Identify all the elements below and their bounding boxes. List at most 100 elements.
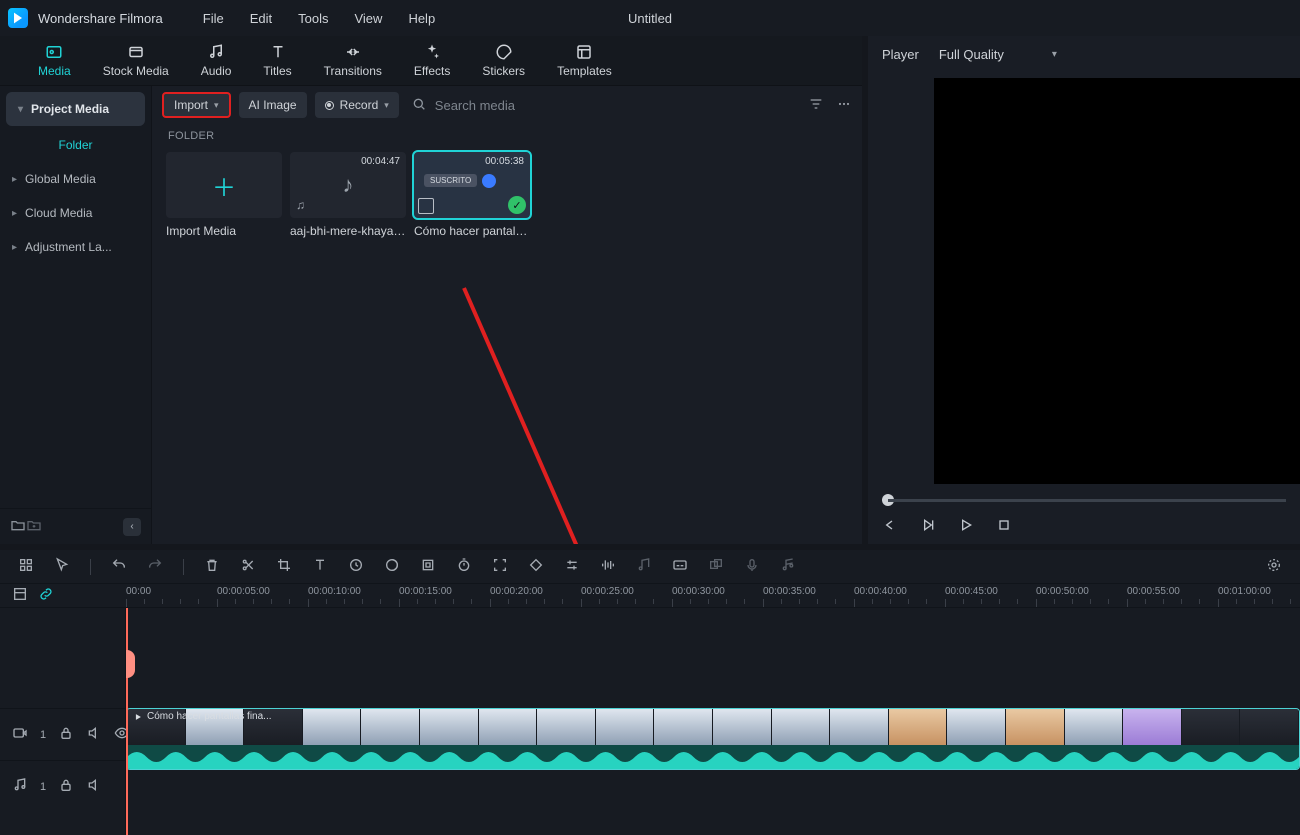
sidebar-folder[interactable]: Folder — [0, 128, 151, 162]
video-clip[interactable]: Cómo hacer pantallas fina... — [126, 708, 1300, 770]
new-item-icon[interactable] — [26, 517, 42, 536]
play-button[interactable] — [958, 517, 974, 538]
video-thumb[interactable]: 00:05:38 SUSCRITO ✓ — [414, 152, 530, 218]
media-grid: ＋ Import Media 00:04:47 ♪ ♫ aaj-bhi-mere… — [152, 152, 862, 238]
subscribe-badge: SUSCRITO — [424, 174, 477, 187]
video-track-icon — [12, 725, 28, 744]
subtitle-button[interactable] — [672, 557, 688, 576]
step-forward-button[interactable] — [920, 517, 936, 538]
grid-icon[interactable] — [18, 557, 34, 576]
media-card-video[interactable]: 00:05:38 SUSCRITO ✓ Cómo hacer pantallas… — [414, 152, 530, 238]
titles-icon — [269, 43, 287, 61]
tab-titles[interactable]: Titles — [247, 43, 307, 78]
menu-bar: File Edit Tools View Help — [203, 11, 435, 26]
import-thumb[interactable]: ＋ — [166, 152, 282, 218]
link-icon[interactable] — [38, 586, 54, 605]
more-icon[interactable] — [836, 96, 852, 115]
stop-button[interactable] — [996, 517, 1012, 538]
tab-stickers-label: Stickers — [482, 64, 525, 78]
scrub-track[interactable] — [888, 499, 1286, 502]
templates-icon — [575, 43, 593, 61]
import-button[interactable]: Import ▾ — [162, 92, 231, 118]
menu-file[interactable]: File — [203, 11, 224, 26]
transform-button[interactable] — [420, 557, 436, 576]
player-scrubber[interactable] — [868, 490, 1300, 510]
plus-icon: ＋ — [212, 168, 236, 203]
clip-label: Cómo hacer pantallas fina... — [133, 711, 272, 722]
player-viewport — [868, 72, 1300, 490]
tab-transitions[interactable]: Transitions — [308, 43, 398, 78]
search-input[interactable] — [435, 98, 788, 113]
group-button[interactable] — [708, 557, 724, 576]
menu-tools[interactable]: Tools — [298, 11, 328, 26]
mute-icon[interactable] — [86, 777, 102, 796]
lock-icon[interactable] — [58, 777, 74, 796]
timeline-ruler[interactable]: 00:0000:00:05:0000:00:10:0000:00:15:0000… — [0, 584, 1300, 608]
redo-button[interactable] — [147, 557, 163, 576]
video-track-header[interactable]: 1 — [0, 708, 125, 760]
audio-track-header[interactable]: 1 — [0, 760, 125, 812]
new-folder-icon[interactable] — [10, 517, 26, 536]
playhead-knob[interactable] — [126, 650, 135, 678]
sidebar-project-media[interactable]: ▾ Project Media — [6, 92, 145, 126]
mute-icon[interactable] — [86, 725, 102, 744]
tab-stickers[interactable]: Stickers — [466, 43, 541, 78]
tab-templates[interactable]: Templates — [541, 43, 628, 78]
tab-stock-media[interactable]: Stock Media — [87, 43, 185, 78]
delete-button[interactable] — [204, 557, 220, 576]
document-title: Untitled — [0, 11, 1300, 26]
voiceover-button[interactable] — [744, 557, 760, 576]
music-note-icon: ♪ — [343, 172, 354, 198]
sidebar-global-media[interactable]: ▸ Global Media — [0, 162, 151, 196]
detach-audio-button[interactable] — [636, 557, 652, 576]
color-button[interactable] — [384, 557, 400, 576]
track-area[interactable]: Cómo hacer pantallas fina... — [126, 608, 1300, 835]
menu-help[interactable]: Help — [408, 11, 435, 26]
timer-button[interactable] — [456, 557, 472, 576]
player-controls — [868, 510, 1300, 544]
record-button[interactable]: Record ▾ — [315, 92, 399, 118]
keyframe-button[interactable] — [528, 557, 544, 576]
prev-frame-button[interactable] — [882, 517, 898, 538]
sidebar-adjustment-layer[interactable]: ▸ Adjustment La... — [0, 230, 151, 264]
effects-icon — [423, 43, 441, 61]
sidebar-project-label: Project Media — [31, 102, 109, 116]
undo-button[interactable] — [111, 557, 127, 576]
crop-button[interactable] — [276, 557, 292, 576]
adjust-button[interactable] — [564, 557, 580, 576]
timeline-view-icon[interactable] — [12, 586, 28, 605]
split-button[interactable] — [240, 557, 256, 576]
filter-icon[interactable] — [808, 96, 824, 115]
cursor-icon[interactable] — [54, 557, 70, 576]
quality-select[interactable]: Full Quality ▾ — [939, 47, 1057, 62]
video-track-label: 1 — [40, 729, 46, 741]
record-icon — [325, 101, 334, 110]
ai-image-button[interactable]: AI Image — [239, 92, 307, 118]
search-media[interactable] — [407, 96, 792, 115]
tab-effects[interactable]: Effects — [398, 43, 466, 78]
audio-tool-button[interactable] — [600, 557, 616, 576]
playhead[interactable] — [126, 608, 128, 835]
category-tabs: Media Stock Media Audio Titles Transitio… — [0, 36, 862, 86]
lock-icon[interactable] — [58, 725, 74, 744]
tab-media[interactable]: Media — [22, 43, 87, 78]
media-card-import[interactable]: ＋ Import Media — [166, 152, 282, 238]
sidebar-cloud-media[interactable]: ▸ Cloud Media — [0, 196, 151, 230]
tab-audio[interactable]: Audio — [185, 43, 248, 78]
media-panel: Media Stock Media Audio Titles Transitio… — [0, 36, 862, 544]
focus-button[interactable] — [492, 557, 508, 576]
text-button[interactable] — [312, 557, 328, 576]
media-card-audio[interactable]: 00:04:47 ♪ ♫ aaj-bhi-mere-khayalo... — [290, 152, 406, 238]
collapse-sidebar-button[interactable]: ‹ — [123, 518, 141, 536]
menu-edit[interactable]: Edit — [250, 11, 272, 26]
record-label: Record — [340, 98, 379, 112]
render-button[interactable] — [1266, 557, 1282, 576]
timeline-toolbar — [0, 550, 1300, 584]
audio-track[interactable] — [126, 780, 1300, 810]
video-preview[interactable] — [934, 78, 1300, 484]
beat-button[interactable] — [780, 557, 796, 576]
ruler-ticks[interactable]: 00:0000:00:05:0000:00:10:0000:00:15:0000… — [126, 584, 1300, 607]
speed-button[interactable] — [348, 557, 364, 576]
menu-view[interactable]: View — [354, 11, 382, 26]
audio-thumb[interactable]: 00:04:47 ♪ ♫ — [290, 152, 406, 218]
